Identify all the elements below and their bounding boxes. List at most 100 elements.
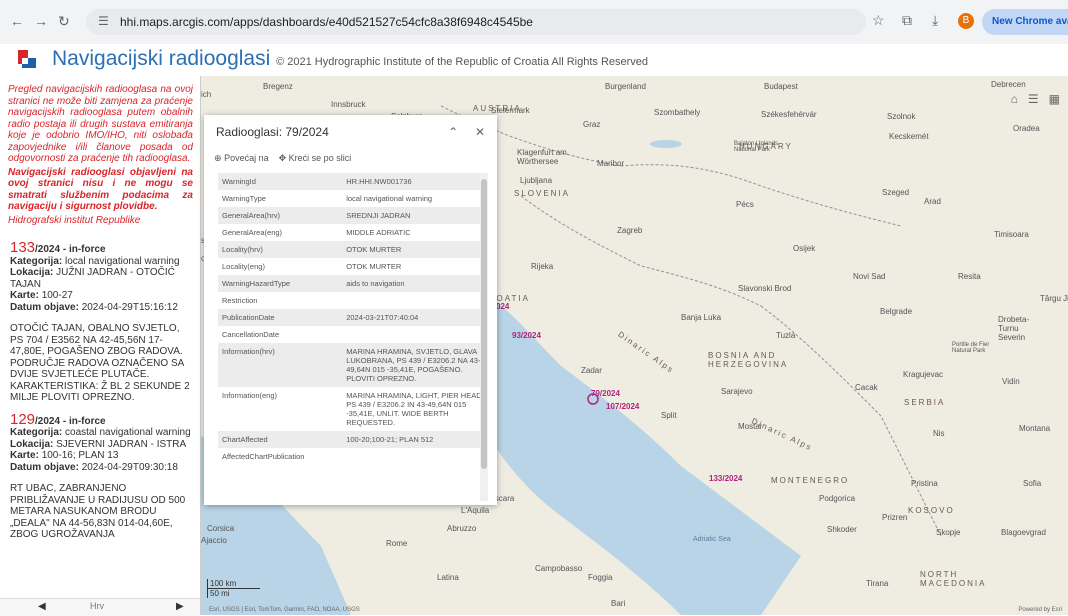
attribute-key: AffectedChartPublication (222, 452, 305, 461)
city-label: Szombathely (654, 108, 701, 117)
warning-item[interactable]: 133/2024 - in-force Kategorija: local na… (10, 239, 195, 404)
city-label: Vidin (1002, 377, 1020, 386)
charts-value: 100-27 (41, 290, 73, 301)
attribute-key: Information(hrv) (218, 343, 343, 387)
country-label: KOSOVO (908, 506, 955, 515)
country-label: SERBIA (904, 398, 946, 407)
attribute-key: WarningType (222, 194, 266, 203)
attribute-row: PublicationDate 2024-03-21T07:40:04 (218, 309, 488, 326)
warning-marker[interactable]: 79/2024 (591, 389, 620, 398)
attribute-key: ChartAffected (218, 431, 343, 448)
attribute-key: Locality(hrv) (218, 241, 343, 258)
city-label: Rome (386, 539, 408, 548)
forward-icon[interactable]: → (34, 13, 48, 29)
city-label: Bregenz (263, 82, 293, 91)
city-label: Shkoder (827, 525, 857, 534)
warning-marker[interactable]: 107/2024 (606, 402, 639, 411)
disclaimer-text-2: Navigacijski radiooglasi objavljeni na o… (8, 166, 193, 213)
attribute-key: PublicationDate (218, 309, 343, 326)
attribute-key: GeneralArea(hrv) (218, 207, 343, 224)
attribute-key: WarningHazardType (218, 275, 343, 292)
city-label: Resita (958, 272, 981, 281)
close-icon[interactable]: ✕ (475, 125, 485, 139)
url-text[interactable]: hhi.maps.arcgis.com/apps/dashboards/e40d… (120, 15, 533, 29)
warning-number: 133 (10, 239, 36, 256)
profile-avatar[interactable]: B (958, 13, 974, 29)
attribute-row: CancellationDate (218, 326, 488, 343)
city-label: Pristina (911, 479, 938, 488)
city-label: Kragujevac (903, 370, 944, 379)
esri-credit[interactable]: Powered by Esri (1018, 607, 1062, 613)
city-label: Adriatic Sea (693, 536, 731, 543)
warning-marker[interactable]: 93/2024 (512, 331, 541, 340)
city-label: Tuzla (776, 331, 796, 340)
attribute-row: Locality(hrv) OTOK MURTER (218, 241, 488, 258)
basemap-gallery-icon[interactable]: ▦ (1049, 92, 1060, 106)
city-label: Podgorica (819, 494, 856, 503)
zoom-to-icon[interactable]: ⊕ (214, 153, 222, 163)
extensions-icon[interactable]: ⧉ (902, 12, 912, 29)
popup-title: Radiooglasi: 79/2024 (216, 125, 329, 139)
city-label: Pécs (736, 200, 754, 209)
city-label: Skopje (936, 528, 961, 537)
attribute-key: CancellationDate (222, 330, 280, 339)
pan-icon[interactable]: ✥ (279, 153, 287, 163)
warnings-sidebar[interactable]: Pregled navigacijskih radiooglasa na ovo… (0, 76, 201, 615)
app-header: Navigacijski radiooglasi © 2021 Hydrogra… (0, 44, 1068, 76)
attribute-row: GeneralArea(eng) MIDDLE ADRIATIC (218, 224, 488, 241)
published-label: Datum objave: (10, 301, 79, 313)
address-bar[interactable]: ☰ hhi.maps.arcgis.com/apps/dashboards/e4… (86, 9, 866, 35)
hhi-logo (18, 50, 36, 68)
warning-status: /2024 - in-force (35, 244, 106, 255)
city-label: Szeged (882, 188, 910, 197)
city-label: Innsbruck (331, 100, 366, 109)
city-label: Belgrade (880, 307, 913, 316)
warning-status: /2024 - in-force (35, 415, 106, 427)
attribute-row: Locality(eng) OTOK MURTER (218, 258, 488, 275)
attribute-key: Information(eng) (222, 391, 278, 400)
city-label: Bari (611, 599, 626, 608)
city-label: Prizren (882, 513, 908, 522)
location-label: Lokacija: (10, 267, 54, 278)
warning-item[interactable]: 129/2024 - in-force Kategorija: coastal … (10, 412, 195, 541)
page-title: Navigacijski radiooglasi © 2021 Hydrogra… (52, 47, 648, 71)
attribute-row: Information(hrv) MARINA HRAMINA, SVJETLO,… (218, 343, 488, 387)
city-label: Slavonski Brod (738, 284, 792, 293)
scrollbar-thumb[interactable] (481, 179, 487, 469)
city-label: Szolnok (887, 112, 916, 121)
popup-scrollbar[interactable] (480, 173, 488, 501)
scroll-right-icon[interactable]: ▶ (176, 601, 184, 612)
back-icon[interactable]: ← (10, 13, 24, 29)
download-icon[interactable]: ⤓ (932, 12, 938, 29)
collapse-icon[interactable]: ⌃ (448, 125, 458, 139)
attribute-table[interactable]: WarningId HR.HHI.NW001736 WarningType local… (218, 173, 488, 501)
map-toolbar: ⌂ ☰ ▦ (1011, 92, 1060, 106)
reload-icon[interactable]: ↻ (58, 13, 70, 30)
country-label: NORTH MACEDONIA (920, 570, 987, 588)
site-info-icon[interactable]: ☰ (98, 14, 109, 28)
popup-actions: ⊕ Povećaj na ✥ Kreći se po slici (214, 153, 351, 164)
city-label: Foggia (588, 573, 613, 582)
location-value: SJEVERNI JADRAN - ISTRA (56, 438, 187, 450)
bookmark-star-icon[interactable]: ☆ (872, 12, 885, 29)
attribute-value: MARINA HRAMINA, SVJETLO, GLAVA LUKOBRANA… (342, 343, 488, 387)
city-label: Banja Luka (681, 313, 722, 322)
warnings-list: 133/2024 - in-force Kategorija: local na… (10, 239, 195, 551)
chrome-update-button[interactable]: New Chrome available (982, 9, 1068, 35)
warning-marker[interactable]: 133/2024 (709, 474, 742, 483)
warning-popup[interactable]: Radiooglasi: 79/2024 ⌃ ✕ ⊕ Povećaj na ✥ … (204, 115, 497, 505)
scroll-left-icon[interactable]: ◀ (38, 601, 46, 612)
city-label: Târgu Jiu (1040, 294, 1068, 303)
legend-icon[interactable]: ☰ (1028, 92, 1039, 106)
attribute-value: MARINA HRAMINA, LIGHT, PIER HEAD PS 439 … (346, 391, 482, 427)
pan-button[interactable]: Kreći se po slici (289, 153, 352, 163)
published-value: 2024-04-29T15:16:12 (81, 301, 178, 313)
attribute-value: SREDNJI JADRAN (342, 207, 488, 224)
city-label: Osijek (793, 244, 816, 253)
city-label: Rijeka (531, 262, 554, 271)
attribute-value (342, 292, 488, 309)
warning-body: OTOČIĆ TAJAN, OBALNO SVJETLO, PS 704 / E… (10, 323, 190, 403)
category-value: local navigational warning (65, 255, 180, 267)
zoom-to-button[interactable]: Povećaj na (224, 153, 269, 163)
home-icon[interactable]: ⌂ (1011, 92, 1018, 106)
